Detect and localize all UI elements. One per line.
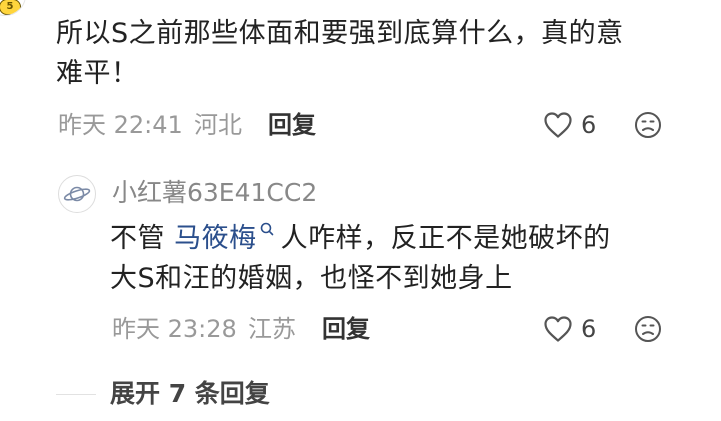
- heart-outline-icon: [544, 112, 572, 138]
- level-badge: 5: [0, 0, 21, 15]
- expand-replies-button[interactable]: 展开 7 条回复: [110, 378, 270, 410]
- reply-text-after-mention: 人咋样，反正不是她破坏的: [280, 223, 611, 254]
- main-comment-like-button[interactable]: 6: [543, 110, 596, 140]
- main-comment-location: 河北: [194, 111, 242, 139]
- main-comment-line-2: 难平！: [56, 58, 139, 89]
- reply-comment-line-2: 大S和汪的婚姻，也怪不到她身上: [110, 263, 513, 294]
- reply-username[interactable]: 小红薯63E41CC2: [112, 177, 317, 209]
- main-comment-time: 昨天 22:41: [58, 111, 183, 139]
- main-comment-like-count: 6: [581, 111, 597, 139]
- reply-comment-reply-button[interactable]: 回复: [322, 314, 370, 344]
- search-icon[interactable]: [259, 221, 275, 237]
- reply-text-prefix: 不管: [110, 223, 175, 254]
- mention-link[interactable]: 马筱梅: [174, 223, 257, 254]
- sad-face-icon[interactable]: [634, 315, 662, 343]
- reply-comment-line-1: 不管 马筱梅 人咋样，反正不是她破坏的: [110, 219, 690, 259]
- reply-comment-text: 不管 马筱梅 人咋样，反正不是她破坏的 大S和汪的婚姻，也怪不到她身上: [110, 219, 690, 299]
- main-comment-reply-button[interactable]: 回复: [268, 110, 316, 140]
- main-comment-text: 所以S之前那些体面和要强到底算什么，真的意 难平！: [56, 14, 686, 94]
- reply-comment-location: 江苏: [248, 315, 296, 343]
- top-avatar[interactable]: 5: [0, 0, 26, 16]
- reply-comment-like-button[interactable]: 6: [543, 314, 596, 344]
- reply-comment-like-count: 6: [581, 315, 597, 343]
- reply-comment-time: 昨天 23:28: [112, 315, 237, 343]
- expand-divider: [56, 394, 96, 395]
- avatar[interactable]: [58, 175, 96, 213]
- main-comment-line-1: 所以S之前那些体面和要强到底算什么，真的意: [56, 18, 624, 49]
- sad-face-icon[interactable]: [634, 111, 662, 139]
- planet-icon: [63, 186, 91, 202]
- heart-outline-icon: [544, 316, 572, 342]
